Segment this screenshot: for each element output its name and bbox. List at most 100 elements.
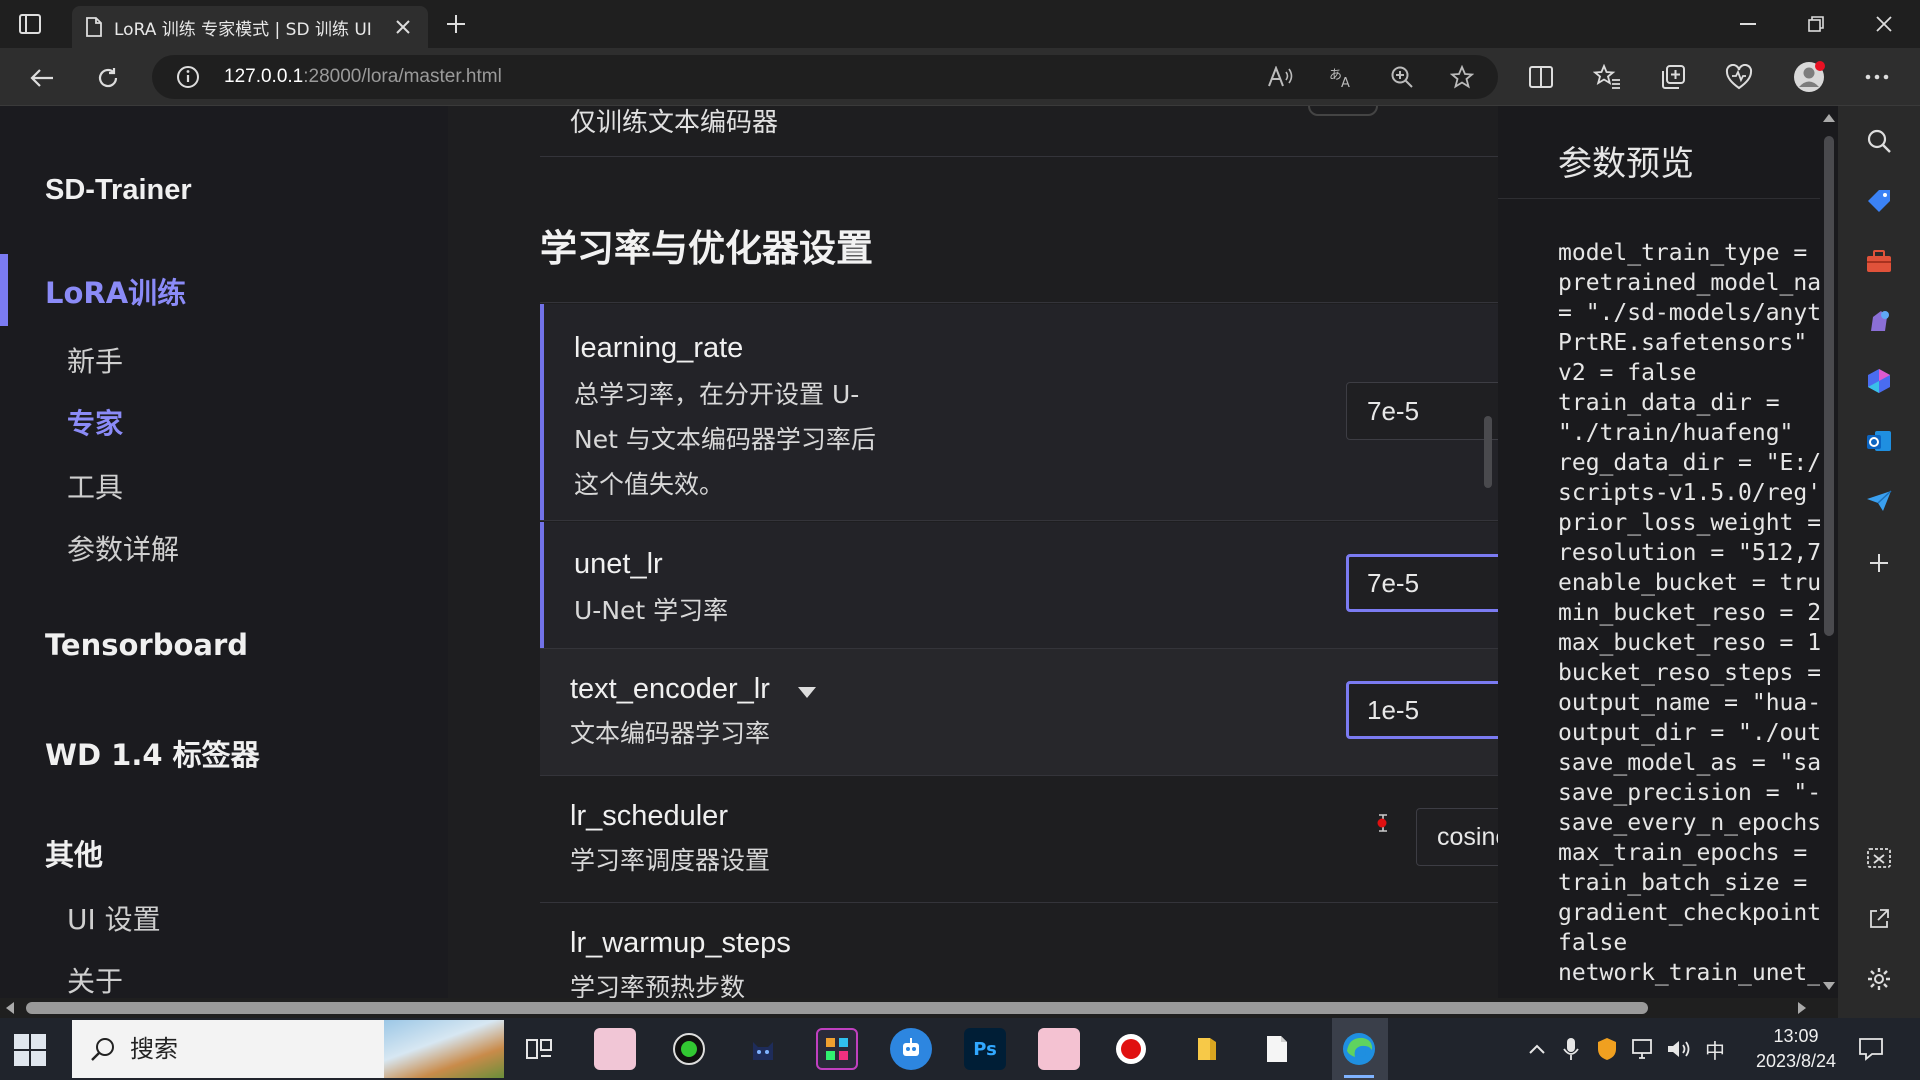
- preview-scrollbar[interactable]: [1820, 106, 1838, 998]
- robot-app-icon[interactable]: [890, 1028, 932, 1070]
- screenshot-icon[interactable]: [1862, 842, 1896, 876]
- train-text-encoder-only-label: 仅训练文本编码器: [570, 108, 779, 138]
- green-circle-app-icon[interactable]: [668, 1028, 710, 1070]
- task-view-icon[interactable]: [518, 1028, 560, 1070]
- preview-line: reg_data_dir = "E:/: [1558, 450, 1820, 476]
- photoshop-icon[interactable]: Ps: [964, 1028, 1006, 1070]
- browser-essentials-icon[interactable]: [1722, 60, 1756, 94]
- preview-line: pretrained_model_na: [1558, 270, 1820, 296]
- nav-wd-tagger[interactable]: WD 1.4 标签器: [45, 732, 260, 774]
- outlook-icon[interactable]: [1862, 424, 1896, 458]
- preview-line: train_data_dir =: [1558, 390, 1780, 416]
- scroll-right-arrow-icon[interactable]: [1798, 1002, 1806, 1014]
- scroll-left-arrow-icon[interactable]: [6, 1002, 14, 1014]
- param-row-lr-scheduler: lr_scheduler 学习率调度器设置: [540, 776, 1498, 902]
- back-button[interactable]: [26, 62, 58, 94]
- tab-close-button[interactable]: [392, 16, 414, 38]
- param-name: unet_lr: [574, 548, 663, 580]
- read-aloud-icon[interactable]: [1266, 63, 1294, 91]
- record-app-icon[interactable]: [1110, 1028, 1152, 1070]
- nav-other[interactable]: 其他: [45, 832, 103, 874]
- nav-item-param-guide[interactable]: 参数详解: [67, 528, 179, 568]
- close-icon: [1876, 16, 1892, 32]
- games-icon[interactable]: [1862, 304, 1896, 338]
- microphone-icon[interactable]: [1558, 1036, 1584, 1062]
- nav-item-ui-settings[interactable]: UI 设置: [67, 898, 161, 938]
- start-button[interactable]: [14, 1034, 46, 1066]
- unet-lr-input[interactable]: 7e-5: [1346, 554, 1498, 612]
- lr-scheduler-select[interactable]: cosine_with_restarts: [1416, 808, 1498, 866]
- collections-icon[interactable]: [1656, 60, 1690, 94]
- edge-browser-icon[interactable]: [1338, 1028, 1380, 1078]
- nav-item-about[interactable]: 关于: [67, 960, 123, 998]
- add-icon[interactable]: [1862, 546, 1896, 580]
- grid-app-icon[interactable]: [816, 1028, 858, 1070]
- taskbar-search[interactable]: 搜索: [72, 1020, 504, 1078]
- search-icon[interactable]: [1862, 124, 1896, 158]
- ime-indicator[interactable]: 中: [1702, 1036, 1728, 1063]
- preview-scrollbar-thumb[interactable]: [1824, 136, 1834, 636]
- chevron-up-icon[interactable]: [1524, 1036, 1550, 1062]
- security-shield-icon[interactable]: [1594, 1036, 1620, 1062]
- nav-item-tools[interactable]: 工具: [67, 466, 123, 506]
- more-menu-icon[interactable]: [1860, 60, 1894, 94]
- notepad-icon[interactable]: [1256, 1028, 1298, 1070]
- split-screen-icon[interactable]: [1524, 60, 1558, 94]
- windows-logo-icon: [14, 1034, 29, 1049]
- horizontal-scrollbar[interactable]: [0, 998, 1838, 1018]
- volume-icon[interactable]: [1666, 1036, 1692, 1062]
- favorite-star-icon[interactable]: [1448, 63, 1476, 91]
- main-scrollbar-thumb[interactable]: [1484, 416, 1492, 488]
- profile-avatar[interactable]: [1792, 60, 1826, 94]
- site-info-icon[interactable]: [174, 63, 202, 91]
- page-icon: [86, 17, 102, 37]
- microsoft-365-icon[interactable]: [1862, 364, 1896, 398]
- anime-app-icon[interactable]: [594, 1028, 636, 1070]
- lr-scheduler-value: cosine_with_restarts: [1437, 823, 1498, 851]
- tab-actions-button[interactable]: [16, 10, 44, 38]
- close-window-button[interactable]: [1850, 0, 1918, 48]
- plus-icon: [447, 15, 465, 33]
- notification-icon[interactable]: [1858, 1036, 1884, 1062]
- taskbar-clock[interactable]: 13:09 2023/8/24: [1752, 1024, 1840, 1074]
- send-icon[interactable]: [1862, 484, 1896, 518]
- scroll-down-arrow-icon[interactable]: [1823, 982, 1835, 990]
- preview-line: bucket_reso_steps =: [1558, 660, 1820, 686]
- reload-button[interactable]: [92, 62, 124, 94]
- horizontal-scrollbar-thumb[interactable]: [26, 1002, 1648, 1014]
- scroll-up-arrow-icon[interactable]: [1823, 114, 1835, 122]
- gear-icon[interactable]: [1862, 962, 1896, 996]
- nav-item-beginner[interactable]: 新手: [67, 340, 123, 380]
- minimize-button[interactable]: [1714, 0, 1782, 48]
- preview-line: model_train_type =: [1558, 240, 1820, 266]
- nav-tensorboard[interactable]: Tensorboard: [45, 628, 248, 662]
- preview-line: output_dir = "./out: [1558, 720, 1820, 746]
- translate-icon[interactable]: あ A: [1328, 63, 1356, 91]
- restore-button[interactable]: [1782, 0, 1850, 48]
- text-encoder-lr-input[interactable]: 1e-5: [1346, 681, 1498, 739]
- search-highlight-image: [384, 1020, 504, 1078]
- shopping-tag-icon[interactable]: [1862, 184, 1896, 218]
- open-external-icon[interactable]: [1862, 902, 1896, 936]
- tools-icon[interactable]: [1862, 244, 1896, 278]
- nav-item-expert[interactable]: 专家: [67, 402, 123, 442]
- param-row-lr-warmup-steps: lr_warmup_steps 学习率预热步数: [540, 903, 1498, 998]
- train-text-encoder-only-toggle[interactable]: [1308, 106, 1378, 116]
- brand-title[interactable]: SD-Trainer: [45, 174, 192, 207]
- search-icon: [91, 1038, 114, 1061]
- new-tab-button[interactable]: [442, 10, 470, 38]
- anime-app-2-icon[interactable]: [1038, 1028, 1080, 1070]
- address-bar[interactable]: 127.0.0.1:28000/lora/master.html あ A: [152, 55, 1498, 99]
- network-icon[interactable]: [1630, 1036, 1656, 1062]
- param-description: 总学习率，在分开设置 U-Net 与文本编码器学习率后这个值失效。: [574, 380, 876, 499]
- learning-rate-input[interactable]: 7e-5: [1346, 382, 1498, 440]
- zoom-icon[interactable]: [1388, 63, 1416, 91]
- preview-line: network_train_unet_: [1558, 960, 1820, 986]
- cat-app-icon[interactable]: [742, 1028, 784, 1070]
- favorites-icon[interactable]: [1590, 60, 1624, 94]
- windows-taskbar: 搜索 Ps 中 13:09 2023/8/24: [0, 1018, 1920, 1080]
- browser-tab[interactable]: LoRA 训练 专家模式 | SD 训练 UI: [72, 6, 428, 48]
- nav-lora-training[interactable]: LoRA训练: [45, 270, 186, 312]
- caret-down-icon[interactable]: [798, 687, 816, 698]
- file-explorer-icon[interactable]: [1186, 1028, 1228, 1070]
